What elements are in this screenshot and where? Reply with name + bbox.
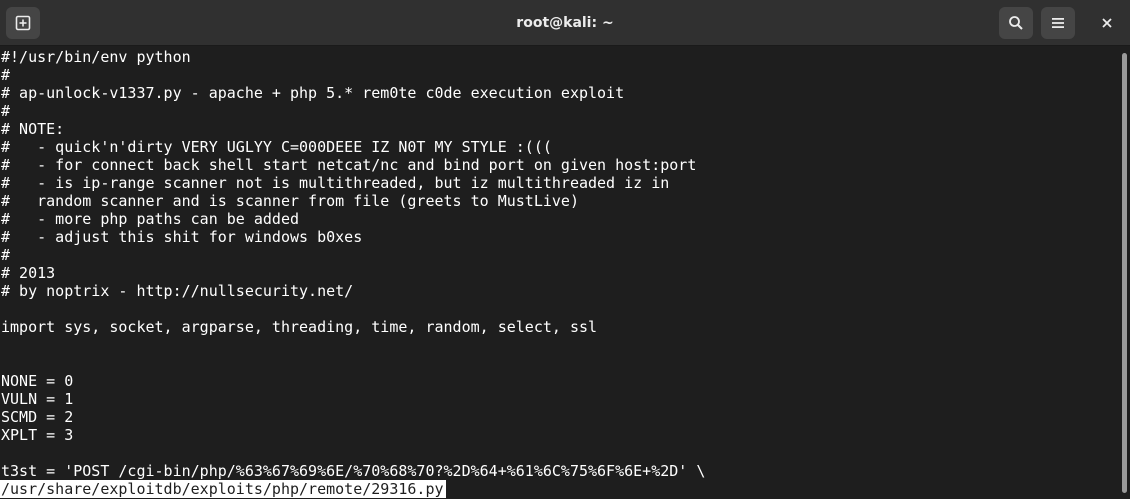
code-line: XPLT = 3 [1,426,74,444]
code-line: SCMD = 2 [1,408,74,426]
scrollbar-thumb[interactable] [1122,53,1127,493]
code-line: # - for connect back shell start netcat/… [1,156,697,174]
hamburger-menu-icon [1052,18,1064,28]
code-line: t3st = 'POST /cgi-bin/php/%63%67%69%6E/%… [1,462,706,480]
code-line: # NOTE: [1,120,65,138]
code-line: # [1,246,11,264]
code-line: # - is ip-range scanner not is multithre… [1,174,670,192]
window-title: root@kali: ~ [516,15,614,31]
close-icon [1102,18,1112,28]
code-line: NONE = 0 [1,372,74,390]
pager-status-line: /usr/share/exploitdb/exploits/php/remote… [0,480,446,498]
code-line: # ap-unlock-v1337.py - apache + php 5.* … [1,84,625,102]
code-line: # - quick'n'dirty VERY UGLYY C=000DEEE I… [1,138,552,156]
code-lines: #!/usr/bin/env python # # ap-unlock-v133… [0,48,1118,480]
code-line: # [1,66,11,84]
code-line: #!/usr/bin/env python [1,48,191,66]
code-line: # 2013 [1,264,56,282]
search-button[interactable] [999,7,1033,39]
terminal-output[interactable]: #!/usr/bin/env python # # ap-unlock-v133… [0,47,1118,499]
code-line: import sys, socket, argparse, threading,… [1,318,598,336]
code-line: VULN = 1 [1,390,74,408]
code-line: # by noptrix - http://nullsecurity.net/ [1,282,354,300]
code-line: # - adjust this shit for windows b0xes [1,228,363,246]
close-button[interactable] [1090,7,1124,39]
code-line: # [1,102,11,120]
title-bar: root@kali: ~ [0,0,1130,46]
code-line: # random scanner and is scanner from fil… [1,192,579,210]
menu-button[interactable] [1041,7,1075,39]
search-icon [1009,16,1023,30]
terminal-window: root@kali: ~ #!/usr/bin/env python # # a… [0,0,1130,499]
code-line: # - more php paths can be added [1,210,300,228]
scrollbar[interactable] [1118,47,1130,499]
